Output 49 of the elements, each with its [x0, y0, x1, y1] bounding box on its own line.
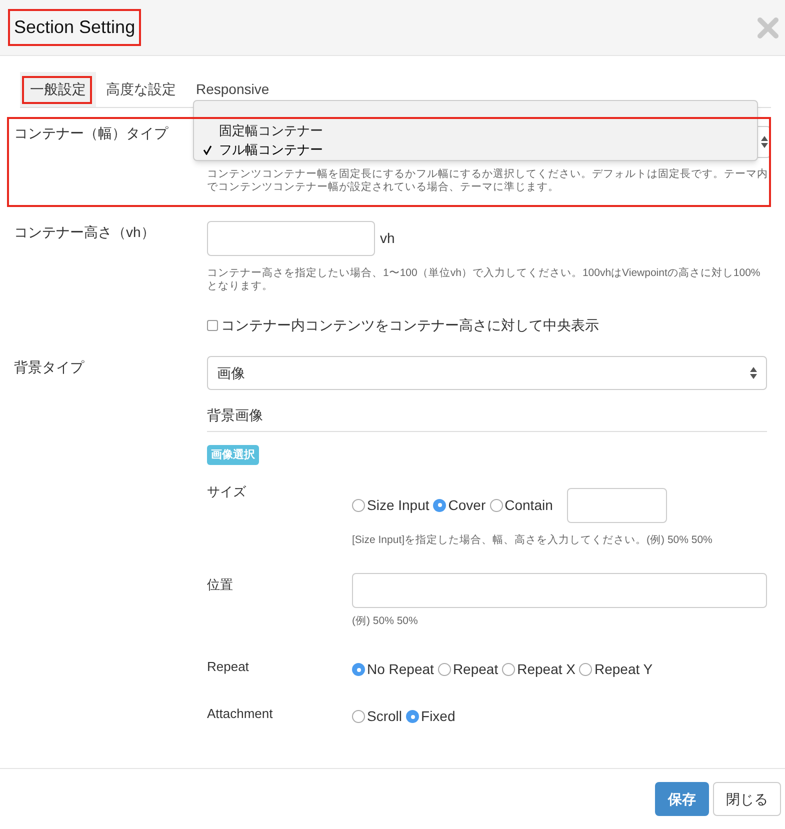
- tab[interactable]: 高度な設定: [96, 72, 186, 107]
- dialog-title: Section Setting: [8, 9, 142, 46]
- radio-button[interactable]: [433, 498, 446, 512]
- field-label: 位置: [207, 576, 233, 592]
- field-label: Attachment: [207, 706, 273, 722]
- field-label: Repeat: [207, 659, 249, 674]
- select-arrows-icon: [750, 367, 757, 379]
- radio-button[interactable]: [502, 663, 516, 676]
- field-label: 背景タイプ: [14, 359, 84, 375]
- checkmark-icon: [203, 145, 212, 155]
- radio-button[interactable]: [579, 663, 592, 676]
- radio-button[interactable]: [352, 498, 365, 512]
- menu-item[interactable]: フル幅コンテナー: [194, 140, 757, 159]
- background-type-select[interactable]: 画像: [207, 356, 767, 390]
- section-heading: 背景画像: [207, 407, 263, 423]
- radio-label: Cover: [448, 496, 486, 515]
- save-button[interactable]: 保存: [655, 782, 709, 816]
- menu-item[interactable]: 固定幅コンテナー: [194, 121, 757, 140]
- radio-button[interactable]: [490, 498, 503, 512]
- radio-label: No Repeat: [367, 660, 434, 680]
- radio-label: Repeat Y: [594, 660, 653, 680]
- help-text: [Size Input]を指定した場合、幅、高さを入力してください。(例) 50% 50%: [352, 532, 714, 548]
- radio-button[interactable]: [352, 663, 365, 676]
- radio-label: Repeat: [452, 660, 498, 680]
- size-input[interactable]: [566, 488, 667, 523]
- select-arrows-icon: [761, 136, 768, 148]
- radio-button[interactable]: [438, 663, 451, 676]
- radio-label: Contain: [504, 496, 553, 515]
- radio-label: Fixed: [421, 707, 456, 726]
- radio-label: Scroll: [367, 707, 402, 726]
- help-text: コンテンツコンテナー幅を固定長にするかフル幅にするか選択してください。デフォルトは固定長です。テーマ内でコンテンツコンテナー幅が設定されている場合、テーマに準じます。: [207, 168, 769, 194]
- field-label: コンテナー（幅）タイプ: [14, 125, 168, 141]
- position-input[interactable]: [352, 572, 767, 608]
- radio-button[interactable]: [406, 710, 420, 724]
- unit-label: vh: [380, 229, 395, 248]
- field-label: サイズ: [207, 484, 246, 499]
- radio-button[interactable]: [352, 710, 365, 724]
- help-text: コンテナー高さを指定したい場合、1〜100（単位vh）で入力してください。100vhはViewpointの高さに対し100%となります。: [207, 267, 762, 293]
- radio-label: Repeat X: [517, 660, 576, 680]
- annotation-frame: [22, 76, 92, 104]
- close-icon[interactable]: [757, 16, 779, 38]
- height-input[interactable]: [207, 221, 375, 256]
- help-text: (例) 50% 50%: [352, 614, 419, 628]
- checkbox-label: コンテナー内コンテンツをコンテナー高さに対して中央表示: [221, 316, 599, 335]
- checkbox[interactable]: [207, 320, 218, 331]
- radio-label: Size Input: [367, 496, 430, 515]
- tab[interactable]: Responsive: [186, 72, 280, 107]
- field-label: コンテナー高さ（vh）: [14, 224, 155, 240]
- close-button[interactable]: 閉じる: [713, 782, 781, 816]
